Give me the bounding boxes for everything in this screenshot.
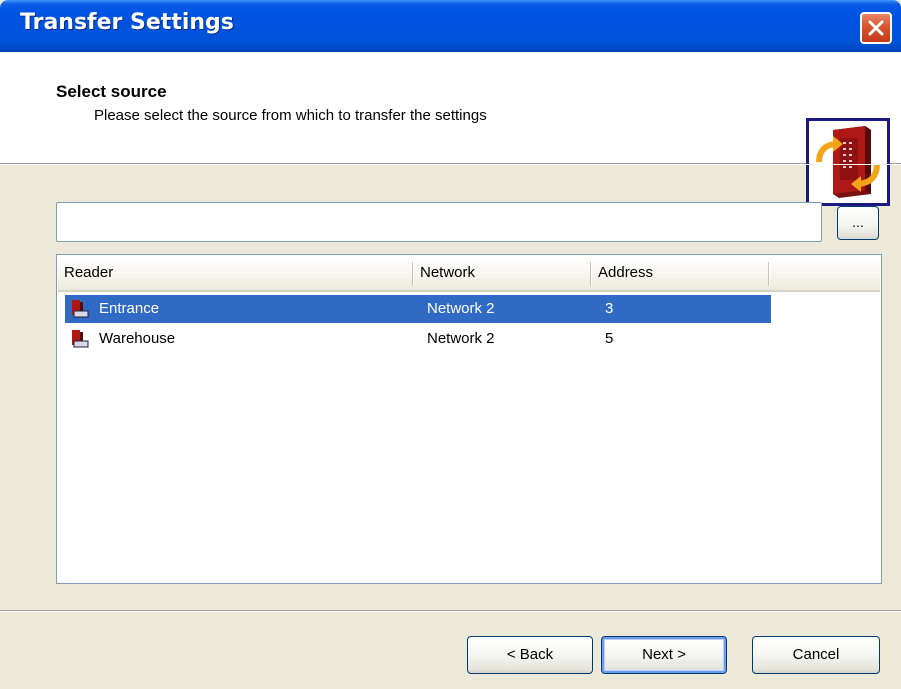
reader-icon — [72, 300, 89, 318]
list-row-entrance[interactable]: Entrance Network 2 3 — [65, 295, 771, 323]
cell-reader: Warehouse — [99, 330, 176, 347]
header-title: Select source — [56, 82, 167, 101]
cancel-button[interactable]: Cancel — [752, 636, 880, 674]
list-header: Reader Network Address — [58, 256, 880, 292]
window-title: Transfer Settings — [20, 10, 234, 35]
reader-icon — [72, 330, 89, 348]
next-button[interactable]: Next > — [601, 636, 727, 674]
transfer-settings-dialog: Transfer Settings Select source Please s… — [0, 0, 901, 689]
back-button[interactable]: < Back — [467, 636, 593, 674]
cell-address: 5 — [605, 330, 614, 347]
column-header-reader[interactable]: Reader — [58, 256, 414, 290]
cell-network: Network 2 — [427, 330, 495, 347]
close-icon — [868, 20, 884, 36]
header-separator — [0, 164, 901, 165]
reader-list[interactable]: Reader Network Address Entrance Network … — [56, 254, 882, 584]
list-row-warehouse[interactable]: Warehouse Network 2 5 — [65, 325, 771, 353]
header-subtitle: Please select the source from which to t… — [94, 107, 487, 124]
column-header-network[interactable]: Network — [414, 256, 592, 290]
source-path-input[interactable] — [56, 202, 822, 242]
reader-transfer-icon — [806, 118, 890, 206]
title-bar[interactable]: Transfer Settings — [0, 0, 901, 52]
close-button[interactable] — [860, 12, 892, 44]
column-header-address[interactable]: Address — [592, 256, 770, 290]
cell-network: Network 2 — [427, 300, 495, 317]
cell-address: 3 — [605, 300, 614, 317]
browse-button[interactable]: ... — [837, 206, 879, 240]
wizard-header: Select source Please select the source f… — [0, 52, 901, 206]
cell-reader: Entrance — [99, 300, 160, 317]
